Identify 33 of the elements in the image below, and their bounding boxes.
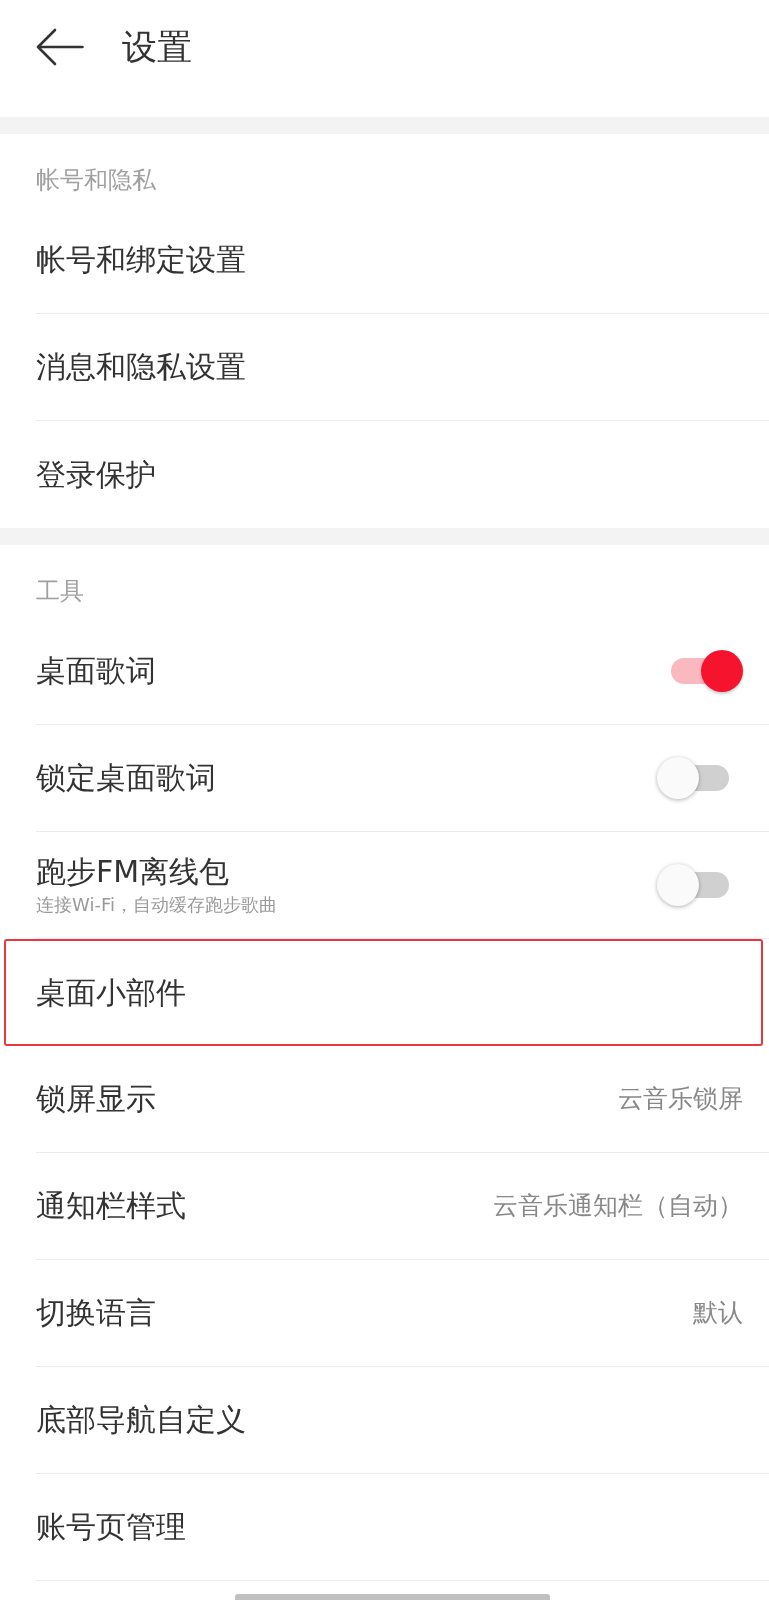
settings-row[interactable]: 底部导航自定义 [36,1367,769,1474]
setting-label: 切换语言 [36,1294,156,1332]
settings-row[interactable]: 锁屏显示 云音乐锁屏 [36,1046,769,1153]
setting-label: 帐号和绑定设置 [36,241,246,279]
setting-label: 跑步FM离线包 [36,853,230,891]
page-title: 设置 [122,25,192,68]
settings-row[interactable]: 消息和隐私设置 [36,314,769,421]
settings-row[interactable]: 锁定桌面歌词 [36,725,769,832]
setting-label: 桌面歌词 [36,652,156,690]
setting-value: 默认 [693,1297,743,1329]
back-arrow-icon [36,27,84,66]
setting-label: 消息和隐私设置 [36,348,246,386]
setting-label: 底部导航自定义 [36,1401,246,1439]
settings-row[interactable]: 通知栏样式 云音乐通知栏（自动） [36,1153,769,1260]
setting-label: 桌面小部件 [36,973,186,1012]
section-header: 帐号和隐私 [36,166,156,194]
settings-row[interactable]: 桌面歌词 [36,618,769,725]
setting-value: 云音乐通知栏（自动） [493,1190,743,1222]
section-header: 工具 [36,577,84,605]
settings-row[interactable]: 帐号和绑定设置 [36,207,769,314]
settings-row[interactable]: 登录保护 [36,421,769,528]
setting-label: 锁屏显示 [36,1080,156,1118]
setting-label: 账号页管理 [36,1508,186,1546]
setting-value: 云音乐锁屏 [618,1083,743,1115]
settings-row[interactable]: 跑步FM离线包 连接Wi-Fi，自动缓存跑步歌曲 [36,832,769,939]
settings-row[interactable]: 账号页管理 [36,1474,769,1581]
back-button[interactable] [36,27,84,66]
setting-subtitle: 连接Wi-Fi，自动缓存跑步歌曲 [36,893,277,917]
settings-row[interactable]: 桌面小部件 [4,939,763,1046]
settings-row[interactable]: 切换语言 默认 [36,1260,769,1367]
setting-label: 登录保护 [36,455,156,494]
setting-label: 锁定桌面歌词 [36,759,216,797]
setting-label: 通知栏样式 [36,1187,186,1225]
